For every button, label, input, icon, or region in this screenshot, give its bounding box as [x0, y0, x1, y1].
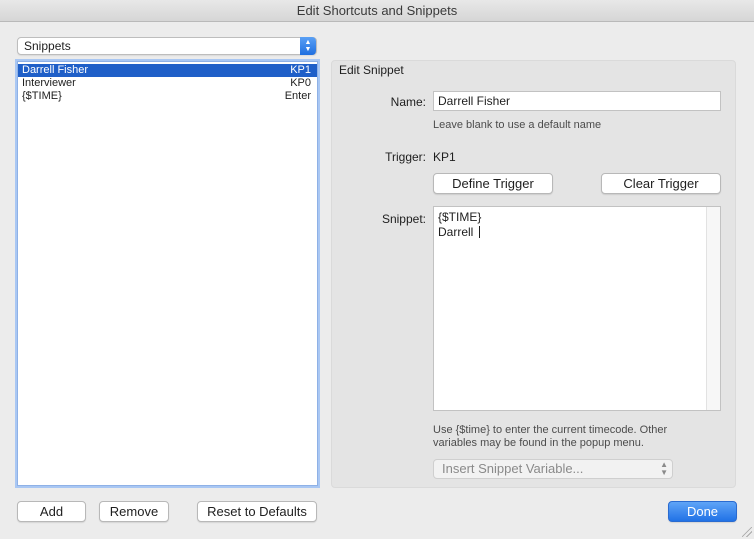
list-item-name: Interviewer — [22, 77, 76, 89]
name-field[interactable]: Darrell Fisher — [433, 91, 721, 111]
edit-snippet-title: Edit Snippet — [339, 63, 404, 77]
list-item-key: KP0 — [290, 77, 311, 89]
insert-snippet-variable-label: Insert Snippet Variable... — [442, 461, 584, 476]
list-item-key: Enter — [284, 90, 311, 102]
window-title-bar: Edit Shortcuts and Snippets — [0, 0, 754, 22]
snippet-line-current: Darrell — [438, 225, 480, 239]
list-item[interactable]: Interviewer KP0 — [18, 77, 317, 90]
name-hint: Leave blank to use a default name — [433, 119, 602, 131]
list-item[interactable]: {$TIME} Enter — [18, 90, 317, 103]
remove-button[interactable]: Remove — [99, 501, 169, 522]
snippet-scrollbar[interactable] — [706, 207, 720, 410]
window-title: Edit Shortcuts and Snippets — [296, 3, 458, 18]
mode-popup[interactable]: Snippets ▲ ▼ — [17, 37, 317, 55]
mode-popup-value: Snippets — [24, 39, 71, 53]
snippet-label: Snippet: — [381, 212, 426, 226]
name-label: Name: — [390, 95, 426, 109]
text-caret — [478, 226, 480, 238]
updown-chevron-icon: ▲ ▼ — [660, 460, 668, 477]
insert-snippet-variable-popup[interactable]: Insert Snippet Variable... ▲ ▼ — [433, 459, 673, 479]
list-item-name: {$TIME} — [22, 90, 62, 102]
trigger-value: KP1 — [433, 150, 456, 164]
name-field-value: Darrell Fisher — [438, 94, 511, 108]
snippet-text-area[interactable]: {$TIME} Darrell — [433, 206, 721, 411]
resize-grip-icon[interactable] — [742, 527, 752, 537]
snippet-hint-line-1: Use {$time} to enter the current timecod… — [433, 424, 668, 436]
done-button[interactable]: Done — [668, 501, 737, 522]
trigger-label: Trigger: — [385, 150, 426, 164]
list-item-name: Darrell Fisher — [22, 64, 89, 76]
list-item[interactable]: Darrell Fisher KP1 — [18, 64, 317, 77]
snippet-line: Darrell — [438, 225, 477, 239]
snippet-hint-line-2: variables may be found in the popup menu… — [433, 437, 644, 449]
clear-trigger-button[interactable]: Clear Trigger — [601, 173, 721, 194]
updown-chevron-icon: ▲ ▼ — [300, 37, 316, 55]
define-trigger-button[interactable]: Define Trigger — [433, 173, 553, 194]
add-button[interactable]: Add — [17, 501, 86, 522]
reset-to-defaults-button[interactable]: Reset to Defaults — [197, 501, 317, 522]
list-item-key: KP1 — [290, 64, 311, 76]
snippets-list[interactable]: Darrell Fisher KP1 Interviewer KP0 {$TIM… — [17, 61, 318, 486]
snippet-line: {$TIME} — [438, 210, 482, 224]
